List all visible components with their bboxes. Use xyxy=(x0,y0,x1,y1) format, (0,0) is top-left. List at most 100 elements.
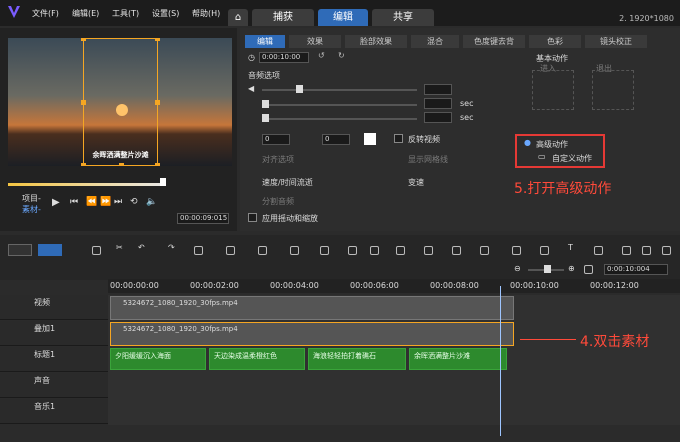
advanced-motion-label[interactable]: 高级动作 xyxy=(536,139,568,150)
resize-handle[interactable] xyxy=(155,38,160,41)
timeline-ruler[interactable]: 00:00:00:00 00:00:02:00 00:00:04:00 00:0… xyxy=(108,279,680,293)
fade-in-knob[interactable] xyxy=(262,100,269,108)
settings-icon[interactable] xyxy=(662,246,671,255)
undo-icon[interactable] xyxy=(92,246,101,255)
3d-title-icon[interactable] xyxy=(594,246,603,255)
border-color-swatch[interactable] xyxy=(364,133,376,145)
volume-knob[interactable] xyxy=(296,85,303,93)
title-clip[interactable]: 余晖洒满整片沙滩 xyxy=(409,348,507,370)
selection-box[interactable] xyxy=(81,38,160,166)
volume-icon[interactable]: 🔈 xyxy=(146,197,157,207)
split-screen-icon[interactable] xyxy=(452,246,461,255)
enter-direction-grid[interactable] xyxy=(532,70,574,110)
playhead[interactable] xyxy=(500,286,501,436)
tab-effects[interactable]: 效果 xyxy=(289,35,341,48)
repeat-icon[interactable]: ⟲ xyxy=(130,197,138,207)
border-input[interactable]: 0 xyxy=(322,134,350,145)
timeline-timecode[interactable]: 0:00:10:004 xyxy=(604,264,668,275)
resize-handle[interactable] xyxy=(81,100,86,105)
audio-ducking-icon[interactable] xyxy=(396,246,405,255)
play-icon[interactable]: ▶ xyxy=(52,197,60,208)
track-header-title[interactable]: 标题1 xyxy=(0,347,108,372)
menu-file[interactable]: 文件(F) xyxy=(32,8,59,19)
video-clip[interactable]: 5324672_1080_1920_30fps.mp4 xyxy=(110,296,514,320)
subtitle-icon[interactable] xyxy=(320,246,329,255)
pan-zoom-icon[interactable] xyxy=(642,246,651,255)
paint-icon[interactable] xyxy=(622,246,631,255)
resize-handle[interactable] xyxy=(81,38,86,41)
morph-icon[interactable] xyxy=(512,246,521,255)
zoom-in-icon[interactable]: ⊕ xyxy=(568,264,575,273)
resize-handle[interactable] xyxy=(155,163,160,166)
tab-blend[interactable]: 混合 xyxy=(411,35,459,48)
scrub-bar[interactable] xyxy=(8,183,166,186)
fade-out-knob[interactable] xyxy=(262,114,269,122)
speed-ramp-icon[interactable] xyxy=(480,246,489,255)
next-icon[interactable]: ⏭ xyxy=(114,197,122,207)
fade-in-slider[interactable] xyxy=(262,104,417,106)
tab-lens-correction[interactable]: 镜头校正 xyxy=(585,35,647,48)
tab-face-effects[interactable]: 脸部效果 xyxy=(345,35,407,48)
varspeed-label[interactable]: 变速 xyxy=(408,177,424,188)
tab-chroma-key[interactable]: 色度键去背 xyxy=(463,35,525,48)
home-tab[interactable]: ⌂ xyxy=(228,9,248,26)
resize-handle[interactable] xyxy=(81,163,86,166)
fade-in-input[interactable] xyxy=(424,98,452,109)
preview-window[interactable]: 余晖洒满整片沙滩 xyxy=(8,38,232,166)
multicam-icon[interactable] xyxy=(348,246,357,255)
menu-edit[interactable]: 编辑(E) xyxy=(72,8,99,19)
track-header-overlay[interactable]: 叠加1 xyxy=(0,321,108,346)
rotate-input[interactable]: 0 xyxy=(262,134,290,145)
resize-handle[interactable] xyxy=(155,100,160,105)
preview-timecode[interactable]: 00:00:09:015 xyxy=(177,213,229,224)
motion-tracking-icon[interactable] xyxy=(290,246,299,255)
clip-label[interactable]: 素材- xyxy=(22,204,41,215)
step-back-icon[interactable]: ⏪ xyxy=(86,197,97,207)
overlay-clip[interactable]: 5324672_1080_1920_30fps.mp4 xyxy=(110,322,514,346)
zoom-out-icon[interactable]: ⊖ xyxy=(514,264,521,273)
redo-arrow-icon[interactable]: ↷ xyxy=(168,243,175,252)
speed-label[interactable]: 速度/时间流逝 xyxy=(262,177,313,188)
storyboard-view-button[interactable] xyxy=(8,244,32,256)
title-tool-icon[interactable]: T xyxy=(568,243,573,252)
reverse-checkbox[interactable] xyxy=(394,134,403,143)
fade-out-slider[interactable] xyxy=(262,118,417,120)
title-clip[interactable]: 夕阳缓缓沉入海面 xyxy=(110,348,206,370)
timeline-view-button[interactable] xyxy=(38,244,62,256)
project-label[interactable]: 项目- xyxy=(22,193,41,204)
volume-input[interactable] xyxy=(424,84,452,95)
rotate-left-icon[interactable]: ↺ xyxy=(318,51,325,60)
radio-selected-icon[interactable]: ● xyxy=(524,138,531,147)
prev-icon[interactable]: ⏮ xyxy=(70,197,78,207)
tab-edit[interactable]: 编辑 xyxy=(318,9,368,26)
track-header-video[interactable]: 视频 xyxy=(0,295,108,320)
fit-timeline-icon[interactable] xyxy=(584,265,593,274)
undo-arrow-icon[interactable]: ↶ xyxy=(138,243,145,252)
mask-icon[interactable] xyxy=(424,246,433,255)
exit-direction-grid[interactable] xyxy=(592,70,634,110)
menu-settings[interactable]: 设置(S) xyxy=(152,8,179,19)
apply-motion-checkbox[interactable] xyxy=(248,213,257,222)
tab-share[interactable]: 共享 xyxy=(372,9,434,26)
split-icon[interactable] xyxy=(194,246,203,255)
scrub-handle[interactable] xyxy=(160,178,166,186)
mixer-icon[interactable] xyxy=(226,246,235,255)
title-clip[interactable]: 海浪轻轻拍打着礁石 xyxy=(308,348,406,370)
zoom-knob[interactable] xyxy=(544,265,551,273)
auto-music-icon[interactable] xyxy=(258,246,267,255)
tab-color[interactable]: 色彩 xyxy=(529,35,581,48)
step-forward-icon[interactable]: ⏩ xyxy=(100,197,111,207)
record-icon[interactable] xyxy=(370,246,379,255)
fade-out-input[interactable] xyxy=(424,112,452,123)
volume-slider[interactable] xyxy=(262,89,417,91)
custom-motion-label[interactable]: 自定义动作 xyxy=(552,153,592,164)
custom-motion-icon[interactable]: ▭ xyxy=(538,152,546,161)
duration-timecode[interactable]: 0:00:10:00 xyxy=(259,52,309,63)
menu-tools[interactable]: 工具(T) xyxy=(112,8,139,19)
track-header-voice[interactable]: 声音 xyxy=(0,373,108,398)
title-clip[interactable]: 天边染成温柔橙红色 xyxy=(209,348,305,370)
resize-handle[interactable] xyxy=(119,163,124,166)
menu-help[interactable]: 帮助(H) xyxy=(192,8,220,19)
track-header-music[interactable]: 音乐1 xyxy=(0,399,108,424)
tab-capture[interactable]: 捕获 xyxy=(252,9,314,26)
